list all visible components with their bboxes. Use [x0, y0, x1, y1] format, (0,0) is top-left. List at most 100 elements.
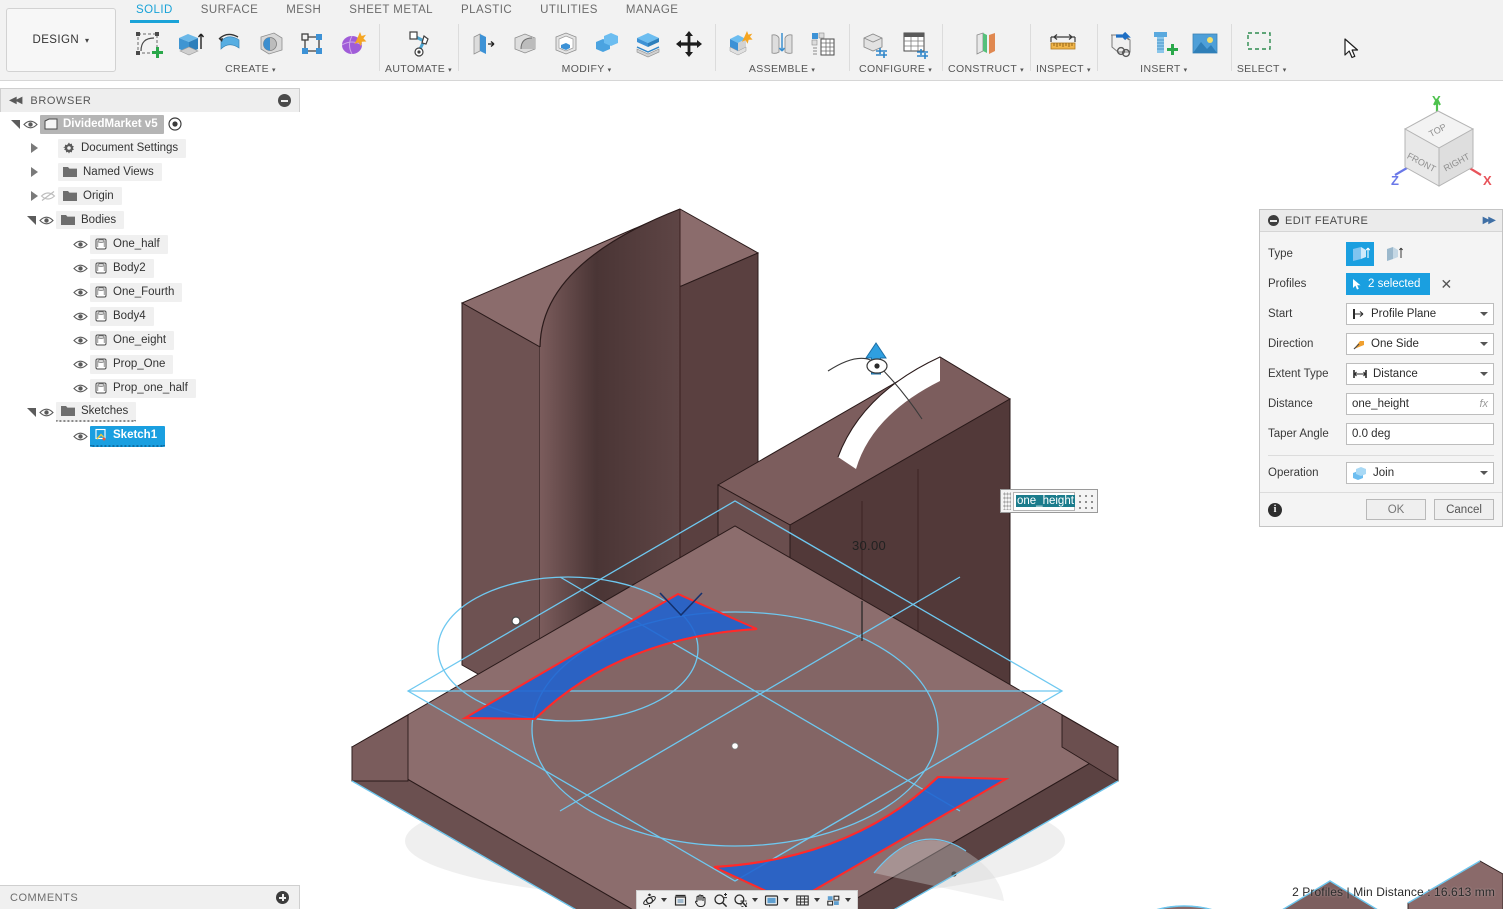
- extrude-surface-icon[interactable]: [1380, 242, 1408, 266]
- profiles-selection-chip[interactable]: 2 selected: [1346, 273, 1431, 295]
- operation-dropdown[interactable]: Join: [1346, 462, 1494, 484]
- expand-toggle-icon[interactable]: [31, 143, 38, 153]
- expand-toggle-icon[interactable]: [31, 167, 38, 177]
- workspace-switcher-button[interactable]: DESIGN ▾: [6, 8, 116, 72]
- tree-label-chip[interactable]: Origin: [58, 187, 122, 205]
- press-pull-icon[interactable]: [464, 24, 504, 64]
- extrude-icon[interactable]: [169, 24, 209, 64]
- tree-row-sketch1[interactable]: Sketch1: [0, 424, 300, 448]
- visibility-icon[interactable]: [36, 215, 56, 226]
- chevron-down-icon[interactable]: [1480, 312, 1488, 316]
- tree-label-chip[interactable]: Document Settings: [58, 138, 187, 158]
- visibility-icon[interactable]: [70, 311, 90, 322]
- new-sketch-icon[interactable]: [128, 24, 168, 64]
- tree-label-chip[interactable]: One_eight: [90, 330, 175, 350]
- configure-table-icon[interactable]: [896, 24, 936, 64]
- tree-label-chip[interactable]: One_Fourth: [90, 282, 183, 302]
- expand-toggle-icon[interactable]: [31, 191, 38, 201]
- tree-label-chip[interactable]: One_half: [90, 234, 168, 254]
- tree-label-chip[interactable]: DividedMarket v5: [40, 114, 164, 134]
- visibility-icon[interactable]: [70, 383, 90, 394]
- form-icon[interactable]: [333, 24, 373, 64]
- loft-icon[interactable]: [292, 24, 332, 64]
- tree-row-one-eight[interactable]: One_eight: [0, 328, 300, 352]
- taper-angle-input[interactable]: 0.0 deg: [1346, 423, 1494, 445]
- tree-row-one-fourth[interactable]: One_Fourth: [0, 280, 300, 304]
- distance-inline-input[interactable]: one_height: [1013, 491, 1075, 511]
- value-options-icon[interactable]: [1079, 491, 1095, 511]
- viewcube[interactable]: TOP FRONT RIGHT Z X Y: [1385, 93, 1495, 201]
- tree-row-named-views[interactable]: Named Views: [0, 160, 300, 184]
- sweep-icon[interactable]: [251, 24, 291, 64]
- configure-model-icon[interactable]: [855, 24, 895, 64]
- plus-circle-icon[interactable]: [276, 891, 289, 904]
- expand-toggle-icon[interactable]: [27, 215, 36, 225]
- offset-plane-icon[interactable]: [966, 24, 1006, 64]
- ok-button[interactable]: OK: [1366, 499, 1426, 520]
- extent-type-dropdown[interactable]: Distance: [1346, 363, 1494, 385]
- tree-row-one-half[interactable]: One_half: [0, 232, 300, 256]
- display-settings-icon[interactable]: [762, 892, 781, 909]
- comments-panel[interactable]: COMMENTS: [0, 885, 300, 909]
- tree-label-chip[interactable]: Body4: [90, 306, 154, 326]
- visibility-icon[interactable]: [20, 119, 40, 130]
- tree-label-chip[interactable]: Body2: [90, 258, 154, 278]
- tree-row-prop-one-half[interactable]: Prop_one_half: [0, 376, 300, 400]
- drag-grip-icon[interactable]: [1003, 492, 1011, 510]
- tree-label-chip[interactable]: Sketches: [56, 402, 137, 422]
- tab-plastic[interactable]: PLASTIC: [447, 0, 526, 22]
- collapse-browser-icon[interactable]: ◀◀: [9, 95, 22, 106]
- look-at-icon[interactable]: [671, 892, 690, 909]
- clear-profiles-icon[interactable]: ✕: [1440, 276, 1452, 293]
- chevron-down-icon[interactable]: [752, 898, 758, 902]
- chevron-down-icon[interactable]: [661, 898, 667, 902]
- chevron-down-icon[interactable]: [1480, 471, 1488, 475]
- extrude-profile-icon[interactable]: [1346, 242, 1374, 266]
- move-copy-icon[interactable]: [669, 24, 709, 64]
- tab-sheet-metal[interactable]: SHEET METAL: [335, 0, 447, 22]
- tree-row-origin[interactable]: Origin: [0, 184, 300, 208]
- expand-toggle-icon[interactable]: [11, 119, 20, 129]
- direction-dropdown[interactable]: One Side: [1346, 333, 1494, 355]
- tree-label-chip[interactable]: Sketch1: [90, 425, 166, 447]
- tree-label-chip[interactable]: Bodies: [56, 211, 125, 229]
- bom-icon[interactable]: [803, 24, 843, 64]
- chevron-down-icon[interactable]: [814, 898, 820, 902]
- tree-row-document-settings[interactable]: Document Settings: [0, 136, 300, 160]
- select-window-icon[interactable]: [1242, 24, 1282, 64]
- tree-row-body2[interactable]: Body2: [0, 256, 300, 280]
- zoom-icon[interactable]: [711, 892, 730, 909]
- visibility-icon[interactable]: [70, 431, 90, 442]
- tab-mesh[interactable]: MESH: [272, 0, 335, 22]
- measure-icon[interactable]: [1043, 24, 1083, 64]
- visibility-icon[interactable]: [70, 239, 90, 250]
- visibility-icon[interactable]: [36, 407, 56, 418]
- pan-icon[interactable]: [691, 892, 710, 909]
- distance-input[interactable]: one_height fx: [1346, 393, 1494, 415]
- shell-icon[interactable]: [546, 24, 586, 64]
- combine-icon[interactable]: [587, 24, 627, 64]
- fx-expression-icon[interactable]: fx: [1479, 398, 1488, 410]
- fillet-icon[interactable]: [505, 24, 545, 64]
- orbit-icon[interactable]: [640, 892, 659, 909]
- tree-row-bodies[interactable]: Bodies: [0, 208, 300, 232]
- visibility-icon[interactable]: [70, 335, 90, 346]
- visibility-off-icon[interactable]: [38, 190, 58, 202]
- tree-row-sketches[interactable]: Sketches: [0, 400, 300, 424]
- activate-component-radio[interactable]: [168, 117, 182, 131]
- chevron-down-icon[interactable]: [1480, 342, 1488, 346]
- viewports-icon[interactable]: [824, 892, 843, 909]
- minus-circle-icon[interactable]: [278, 94, 291, 107]
- tab-utilities[interactable]: UTILITIES: [526, 0, 612, 22]
- tab-manage[interactable]: MANAGE: [612, 0, 693, 22]
- minus-circle-icon[interactable]: [1268, 215, 1279, 226]
- tab-surface[interactable]: SURFACE: [187, 0, 272, 22]
- tree-row-body4[interactable]: Body4: [0, 304, 300, 328]
- tree-label-chip[interactable]: Named Views: [58, 163, 162, 181]
- insert-mcmaster-icon[interactable]: [1144, 24, 1184, 64]
- start-dropdown[interactable]: Profile Plane: [1346, 303, 1494, 325]
- tab-solid[interactable]: SOLID: [122, 0, 187, 23]
- chevron-down-icon[interactable]: [845, 898, 851, 902]
- chevron-down-icon[interactable]: [1480, 372, 1488, 376]
- cancel-button[interactable]: Cancel: [1434, 499, 1494, 520]
